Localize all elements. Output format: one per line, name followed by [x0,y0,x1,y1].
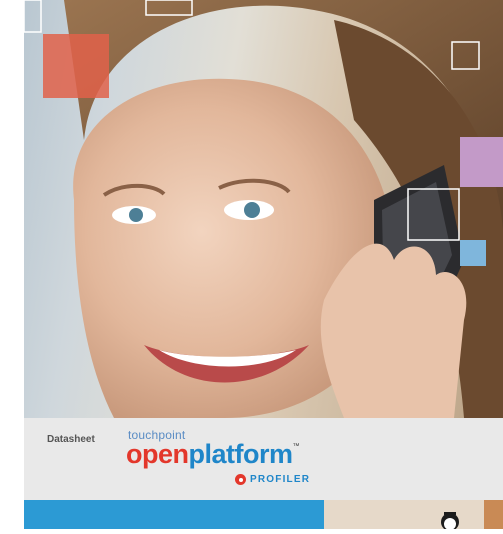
brand-platform: platform [188,439,294,469]
brand-open: open [126,439,189,469]
decorative-orange-square [43,34,109,98]
bottom-strip-graphic [24,500,503,531]
decorative-corner-square [24,0,42,33]
product-profiler: PROFILER [235,474,310,485]
left-iris [129,208,143,222]
datasheet-label: Datasheet [47,434,95,445]
decorative-purple-square [460,137,503,187]
woman-on-phone-illustration [24,0,503,418]
bottom-image-strip [24,500,503,531]
trademark-symbol: ™ [292,443,300,450]
right-iris [244,202,260,218]
profiler-circle-icon [235,474,246,485]
left-margin [0,0,24,529]
decorative-blue-square [460,240,486,266]
brand-logo: openplatform™ [126,441,299,468]
hero-photo [24,0,503,418]
profiler-label: PROFILER [250,474,311,485]
